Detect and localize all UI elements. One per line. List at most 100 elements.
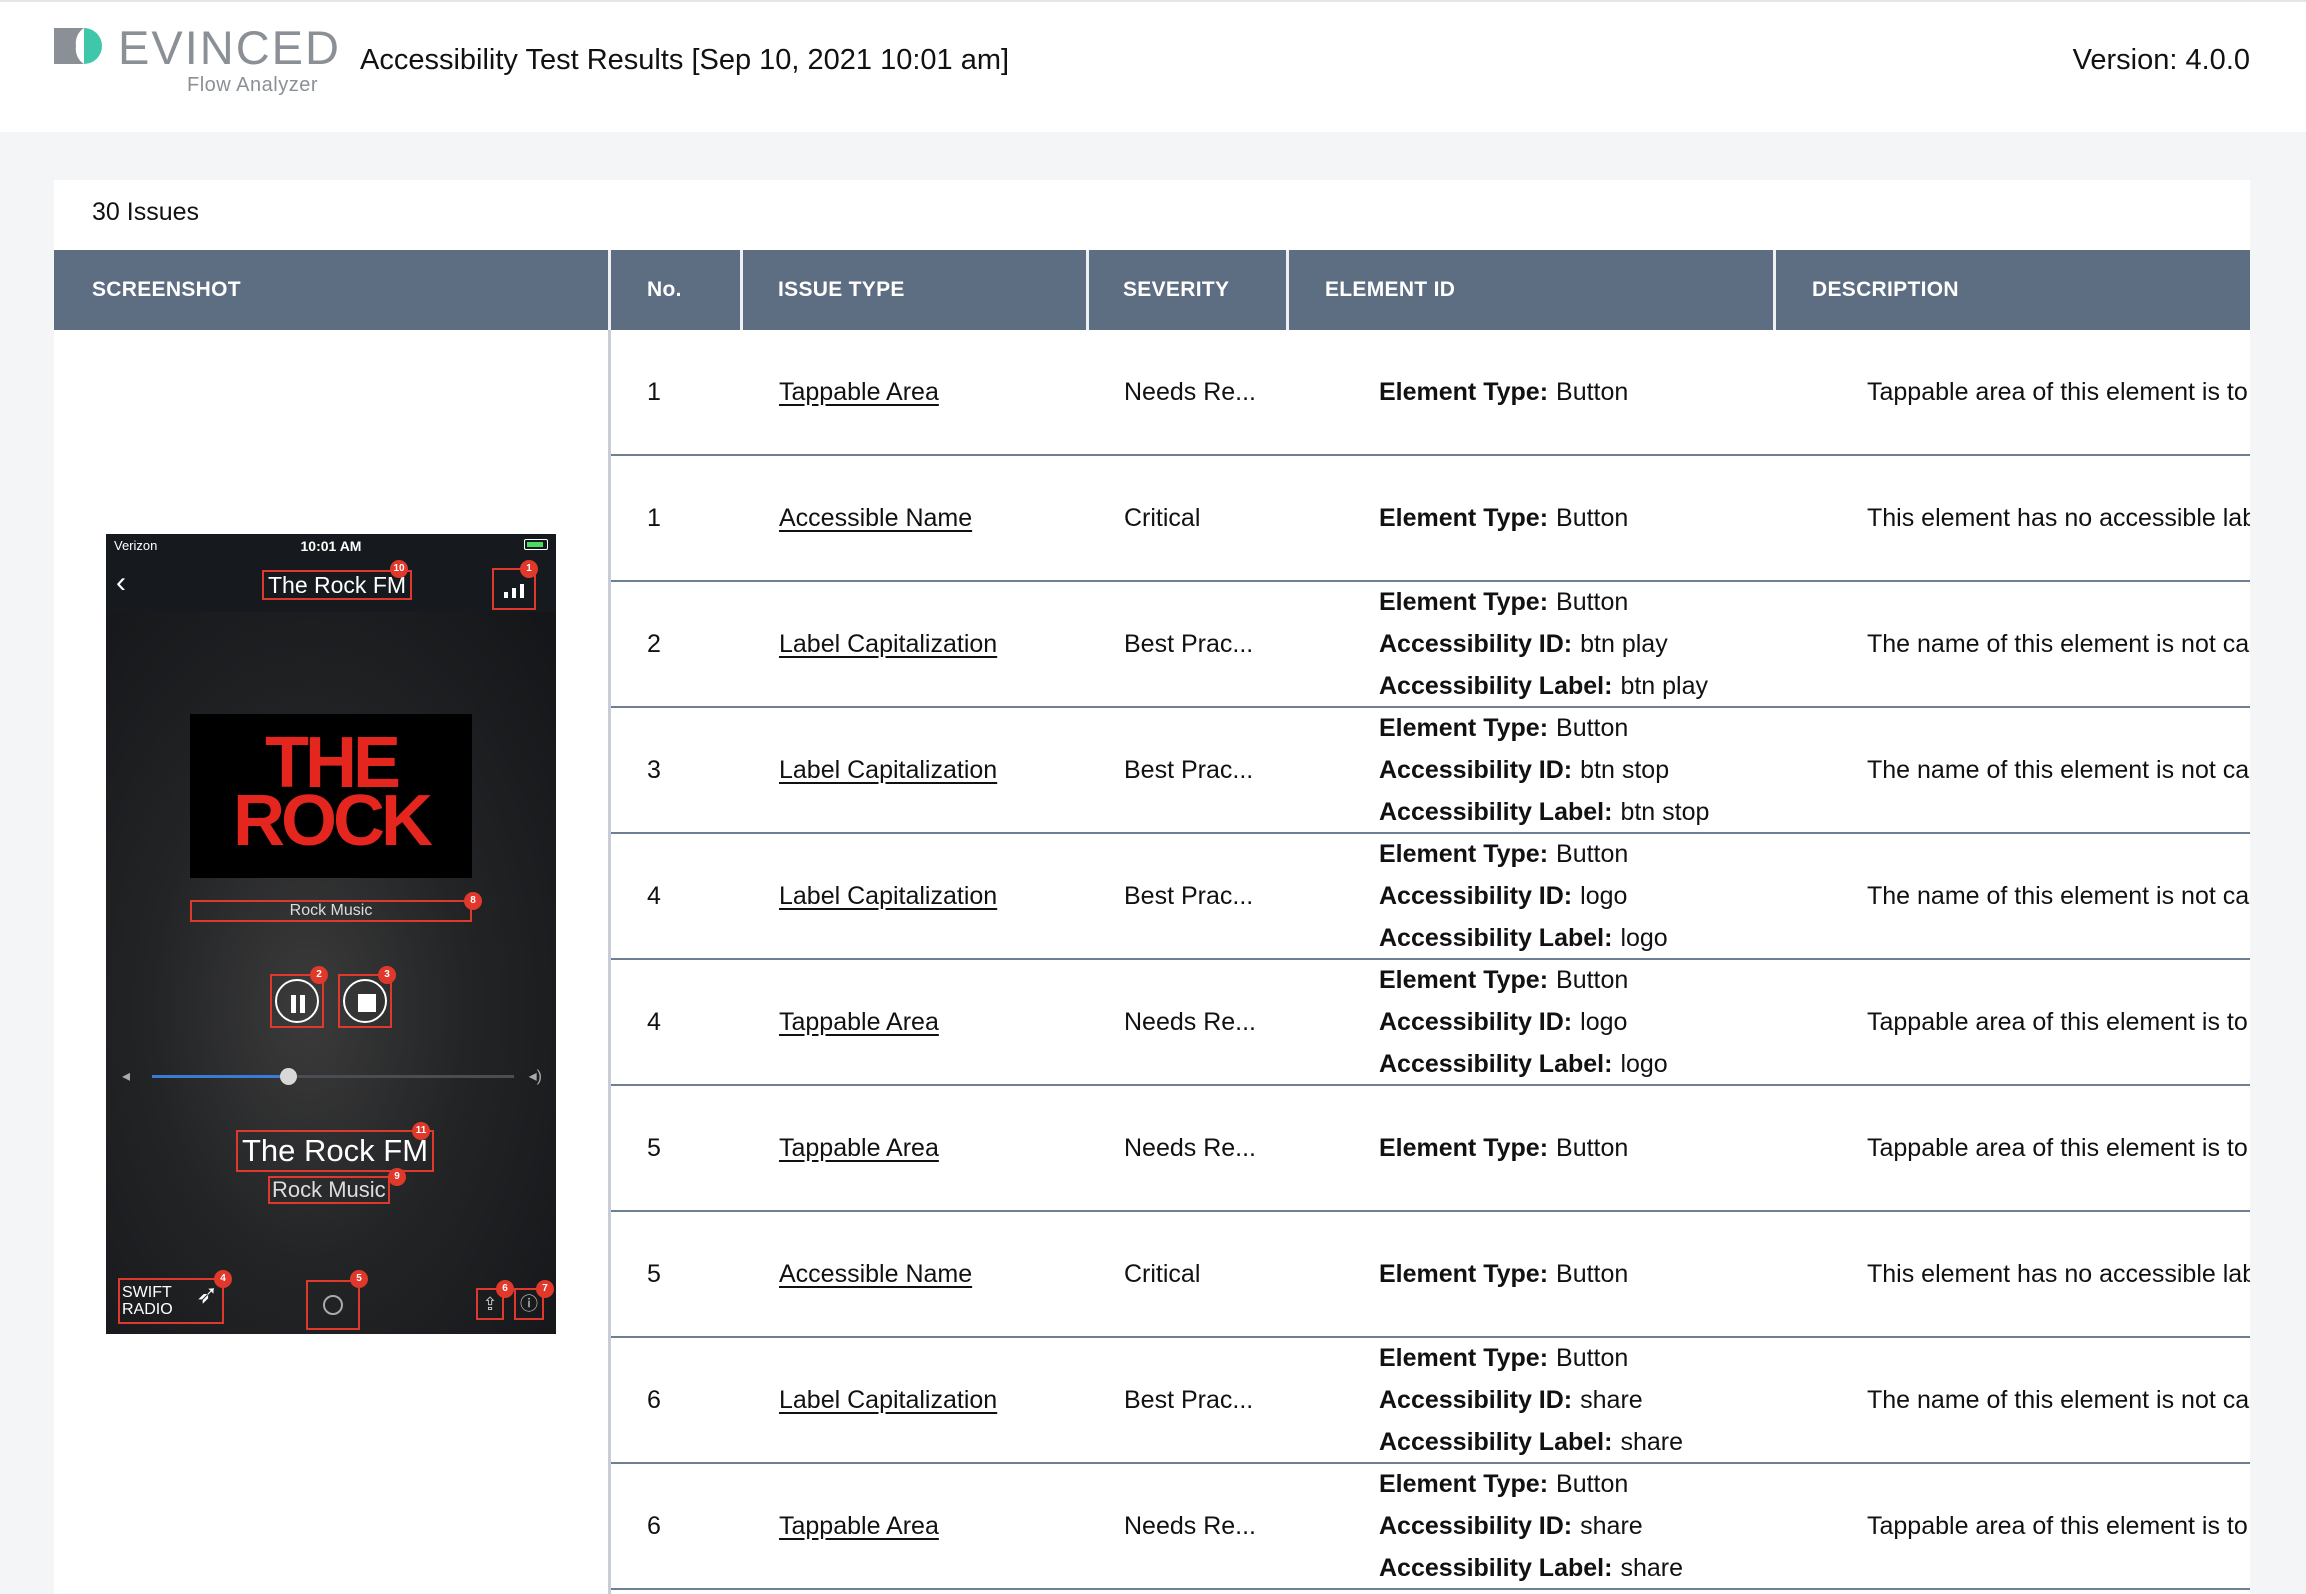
severity-cell: Needs Re... bbox=[1124, 1007, 1257, 1036]
issue-type-link[interactable]: Accessible Name bbox=[779, 1260, 972, 1289]
table-row[interactable]: 5 Tappable Area Needs Re... Element Type… bbox=[611, 1086, 2250, 1212]
status-bar: Verizon 10:01 AM bbox=[106, 534, 556, 556]
issue-type-link[interactable]: Tappable Area bbox=[779, 1134, 939, 1163]
column-element-id: ELEMENT ID bbox=[1325, 278, 1456, 301]
severity-cell: Needs Re... bbox=[1124, 1133, 1257, 1162]
accessibility-label-label: Accessibility Label: bbox=[1379, 1554, 1613, 1582]
table-row[interactable]: 4 Tappable Area Needs Re... Element Type… bbox=[611, 960, 2250, 1086]
accessibility-id-value: btn stop bbox=[1580, 756, 1670, 784]
column-issue-type: ISSUE TYPE bbox=[778, 278, 905, 301]
back-chevron-icon: ‹ bbox=[116, 566, 126, 599]
accessibility-label-value: logo bbox=[1620, 1050, 1668, 1078]
accessibility-id-value: btn play bbox=[1580, 630, 1668, 658]
volume-up-icon: ◂) bbox=[528, 1068, 542, 1085]
element-id-cell: Element Type: Button bbox=[1379, 456, 1628, 580]
table-row[interactable]: 6 Tappable Area Needs Re... Element Type… bbox=[611, 1464, 2250, 1590]
accessibility-label-label: Accessibility Label: bbox=[1379, 924, 1613, 952]
element-type-line: Element Type: Button bbox=[1379, 371, 1628, 413]
table-row[interactable]: 3 Label Capitalization Best Prac... Elem… bbox=[611, 708, 2250, 834]
accessibility-id-label: Accessibility ID: bbox=[1379, 882, 1573, 910]
element-type-value: Button bbox=[1556, 588, 1629, 616]
severity-cell: Critical bbox=[1124, 503, 1201, 532]
issue-type-link[interactable]: Tappable Area bbox=[779, 1008, 939, 1037]
accessibility-label-value: share bbox=[1620, 1554, 1683, 1582]
issue-type-link[interactable]: Label Capitalization bbox=[779, 630, 997, 659]
issue-type-link[interactable]: Label Capitalization bbox=[779, 882, 997, 911]
accessibility-label-value: btn stop bbox=[1620, 798, 1710, 826]
element-id-cell: Element Type: Button Accessibility ID: log… bbox=[1379, 960, 1668, 1084]
volume-slider bbox=[152, 1068, 514, 1085]
evinced-logo-icon bbox=[54, 28, 102, 64]
element-type-label: Element Type: bbox=[1379, 588, 1549, 616]
highlight-airplay-button bbox=[306, 1280, 360, 1330]
issue-badge: 4 bbox=[214, 1270, 232, 1288]
element-type-label: Element Type: bbox=[1379, 714, 1549, 742]
description-cell: Tappable area of this element is to... bbox=[1867, 377, 2250, 406]
status-time: 10:01 AM bbox=[300, 538, 362, 554]
column-divider bbox=[740, 250, 743, 330]
table-row[interactable]: 1 Tappable Area Needs Re... Element Type… bbox=[611, 330, 2250, 456]
product-name: Flow Analyzer bbox=[187, 74, 318, 96]
results-card: 30 Issues SCREENSHOT No. ISSUE TYPE SEVE… bbox=[54, 180, 2250, 1594]
severity-cell: Needs Re... bbox=[1124, 377, 1257, 406]
top-bar: EVINCED Flow Analyzer Accessibility Test… bbox=[0, 0, 2306, 132]
description-cell: The name of this element is not ca... bbox=[1867, 755, 2250, 784]
album-line: ROCK bbox=[233, 781, 433, 861]
issue-number: 5 bbox=[647, 1133, 661, 1162]
issue-badge: 3 bbox=[378, 966, 396, 984]
element-id-cell: Element Type: Button Accessibility ID: log… bbox=[1379, 834, 1668, 958]
table-row[interactable]: 5 Accessible Name Critical Element Type:… bbox=[611, 1212, 2250, 1338]
column-severity: SEVERITY bbox=[1123, 278, 1230, 301]
pause-icon bbox=[275, 979, 319, 1023]
issue-type-link[interactable]: Tappable Area bbox=[779, 378, 939, 407]
severity-cell: Best Prac... bbox=[1124, 755, 1254, 784]
accessibility-id-line: Accessibility ID: share bbox=[1379, 1379, 1643, 1421]
issue-type-link[interactable]: Label Capitalization bbox=[779, 1386, 997, 1415]
issue-number: 5 bbox=[647, 1259, 661, 1288]
bar-icon bbox=[512, 588, 516, 598]
table-row[interactable]: 2 Label Capitalization Best Prac... Elem… bbox=[611, 582, 2250, 708]
app-screenshot[interactable]: Verizon 10:01 AM ‹ The Rock FM 10 1 THE … bbox=[106, 534, 556, 1334]
app-nav-bar: ‹ The Rock FM 10 1 bbox=[106, 556, 556, 612]
column-divider bbox=[1286, 250, 1289, 330]
issue-number: 2 bbox=[647, 629, 661, 658]
table-row[interactable]: 4 Label Capitalization Best Prac... Elem… bbox=[611, 834, 2250, 960]
issue-number: 3 bbox=[647, 755, 661, 784]
element-type-label: Element Type: bbox=[1379, 1344, 1549, 1372]
table-row[interactable]: 6 Label Capitalization Best Prac... Elem… bbox=[611, 1338, 2250, 1464]
accessibility-label-line: Accessibility Label: btn stop bbox=[1379, 791, 1709, 833]
issue-type-link[interactable]: Accessible Name bbox=[779, 504, 972, 533]
accessibility-id-value: share bbox=[1580, 1386, 1643, 1414]
issue-type-cell: Accessible Name bbox=[779, 1212, 972, 1336]
accessibility-id-line: Accessibility ID: btn stop bbox=[1379, 749, 1669, 791]
description-cell: The name of this element is not ca... bbox=[1867, 1385, 2250, 1414]
issue-number: 4 bbox=[647, 881, 661, 910]
issue-number: 6 bbox=[647, 1385, 661, 1414]
description-cell: This element has no accessible lab... bbox=[1867, 1259, 2250, 1288]
column-screenshot: SCREENSHOT bbox=[92, 278, 241, 301]
issue-type-cell: Label Capitalization bbox=[779, 708, 997, 832]
issue-type-link[interactable]: Label Capitalization bbox=[779, 756, 997, 785]
issue-badge: 7 bbox=[536, 1280, 554, 1298]
element-type-line: Element Type: Button bbox=[1379, 959, 1628, 1001]
issue-type-link[interactable]: Tappable Area bbox=[779, 1512, 939, 1541]
severity-cell: Best Prac... bbox=[1124, 881, 1254, 910]
stop-icon bbox=[343, 979, 387, 1023]
album-art: THE ROCK bbox=[190, 714, 472, 878]
element-type-value: Button bbox=[1556, 840, 1629, 868]
accessibility-label-line: Accessibility Label: btn play bbox=[1379, 665, 1708, 707]
issue-badge: 9 bbox=[388, 1168, 406, 1186]
album-art-text: THE ROCK bbox=[190, 727, 472, 861]
accessibility-id-line: Accessibility ID: logo bbox=[1379, 875, 1627, 917]
highlight-swift-radio-logo: SWIFT RADIO ➶ bbox=[118, 1278, 224, 1324]
accessibility-label-value: share bbox=[1620, 1428, 1683, 1456]
table-row[interactable]: 1 Accessible Name Critical Element Type:… bbox=[611, 456, 2250, 582]
description-cell: Tappable area of this element is to... bbox=[1867, 1511, 2250, 1540]
element-id-cell: Element Type: Button Accessibility ID: sha… bbox=[1379, 1338, 1683, 1462]
element-type-label: Element Type: bbox=[1379, 840, 1549, 868]
element-type-value: Button bbox=[1556, 1470, 1629, 1498]
airplay-icon bbox=[323, 1295, 343, 1315]
description-cell: The name of this element is not ca... bbox=[1867, 881, 2250, 910]
accessibility-label-value: btn play bbox=[1620, 672, 1708, 700]
accessibility-label-label: Accessibility Label: bbox=[1379, 798, 1613, 826]
